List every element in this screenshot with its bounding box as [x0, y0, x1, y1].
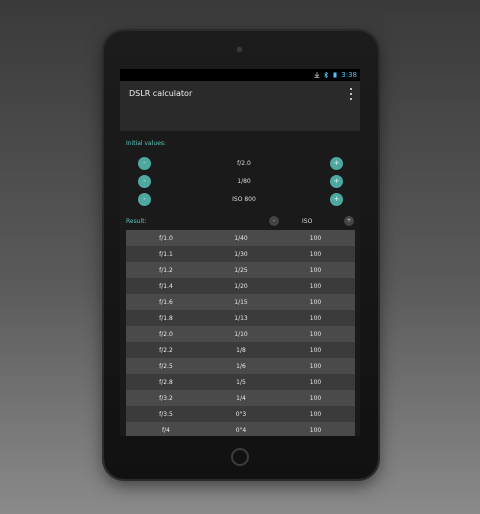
cell-iso: 100 — [276, 230, 355, 246]
cell-shutter: 1/20 — [206, 278, 276, 294]
cell-aperture: f/2.0 — [126, 326, 206, 342]
result-table: f/1.0 1/40 100 f/1.1 1/30 100 f/1.2 1/25 100 f/1.… — [126, 230, 355, 436]
table-row: f/1.6 1/15 100 — [126, 294, 355, 310]
initial-values-label: Initial values: — [126, 140, 167, 147]
cell-aperture: f/3.2 — [126, 390, 206, 406]
cell-shutter: 1/8 — [206, 342, 276, 358]
table-row: f/1.0 1/40 100 — [126, 230, 355, 246]
app-title: DSLR calculator — [129, 89, 193, 98]
action-bar: DSLR calculator — [120, 81, 360, 131]
table-row: f/4 0"4 100 — [126, 422, 355, 436]
home-button[interactable] — [231, 448, 249, 466]
shutter-row: - 1/80 + — [138, 175, 350, 189]
iso-value: ISO 800 — [232, 196, 256, 203]
table-row: f/2.2 1/8 100 — [126, 342, 355, 358]
cell-iso: 100 — [276, 342, 355, 358]
cell-aperture: f/1.8 — [126, 310, 206, 326]
status-time: 3:38 — [341, 71, 357, 79]
iso-row: - ISO 800 + — [138, 193, 350, 207]
cell-aperture: f/4 — [126, 422, 206, 436]
table-row: f/2.5 1/6 100 — [126, 358, 355, 374]
front-camera — [236, 46, 243, 53]
table-row: f/2.0 1/10 100 — [126, 326, 355, 342]
cell-iso: 100 — [276, 358, 355, 374]
cell-shutter: 1/4 — [206, 390, 276, 406]
battery-icon — [332, 72, 338, 78]
cell-shutter: 1/30 — [206, 246, 276, 262]
table-row: f/1.4 1/20 100 — [126, 278, 355, 294]
cell-iso: 100 — [276, 246, 355, 262]
cell-shutter: 1/13 — [206, 310, 276, 326]
cell-shutter: 0"3 — [206, 406, 276, 422]
cell-iso: 100 — [276, 326, 355, 342]
cell-iso: 100 — [276, 294, 355, 310]
aperture-row: - f/2.0 + — [138, 157, 350, 171]
table-row: f/1.2 1/25 100 — [126, 262, 355, 278]
overflow-menu-icon[interactable] — [348, 88, 354, 100]
cell-iso: 100 — [276, 422, 355, 436]
cell-iso: 100 — [276, 310, 355, 326]
cell-shutter: 1/6 — [206, 358, 276, 374]
download-icon — [314, 72, 320, 78]
cell-iso: 100 — [276, 390, 355, 406]
shutter-increase-button[interactable]: + — [330, 175, 343, 188]
bluetooth-icon — [323, 71, 329, 79]
result-label: Result: — [126, 218, 147, 225]
table-row: f/1.1 1/30 100 — [126, 246, 355, 262]
cell-aperture: f/2.5 — [126, 358, 206, 374]
cell-iso: 100 — [276, 262, 355, 278]
result-header: Result: - ISO + — [120, 215, 360, 227]
cell-shutter: 1/25 — [206, 262, 276, 278]
aperture-increase-button[interactable]: + — [330, 157, 343, 170]
cell-aperture: f/3.5 — [126, 406, 206, 422]
cell-iso: 100 — [276, 374, 355, 390]
shutter-value: 1/80 — [237, 178, 251, 185]
table-row: f/2.8 1/5 100 — [126, 374, 355, 390]
cell-aperture: f/1.6 — [126, 294, 206, 310]
cell-iso: 100 — [276, 406, 355, 422]
cell-iso: 100 — [276, 278, 355, 294]
cell-shutter: 0"4 — [206, 422, 276, 436]
result-fixed-param: ISO — [302, 218, 313, 225]
cell-aperture: f/1.1 — [126, 246, 206, 262]
app-screen: 3:38 DSLR calculator Initial values: - f… — [120, 69, 360, 436]
status-bar: 3:38 — [120, 69, 360, 81]
table-row: f/1.8 1/13 100 — [126, 310, 355, 326]
cell-shutter: 1/10 — [206, 326, 276, 342]
table-row: f/3.2 1/4 100 — [126, 390, 355, 406]
cell-shutter: 1/15 — [206, 294, 276, 310]
cell-shutter: 1/40 — [206, 230, 276, 246]
result-param-prev-button[interactable]: - — [269, 216, 279, 226]
result-param-next-button[interactable]: + — [344, 216, 354, 226]
cell-aperture: f/2.8 — [126, 374, 206, 390]
iso-increase-button[interactable]: + — [330, 193, 343, 206]
aperture-value: f/2.0 — [237, 160, 251, 167]
cell-aperture: f/1.4 — [126, 278, 206, 294]
cell-aperture: f/2.2 — [126, 342, 206, 358]
cell-shutter: 1/5 — [206, 374, 276, 390]
cell-aperture: f/1.0 — [126, 230, 206, 246]
cell-aperture: f/1.2 — [126, 262, 206, 278]
table-row: f/3.5 0"3 100 — [126, 406, 355, 422]
